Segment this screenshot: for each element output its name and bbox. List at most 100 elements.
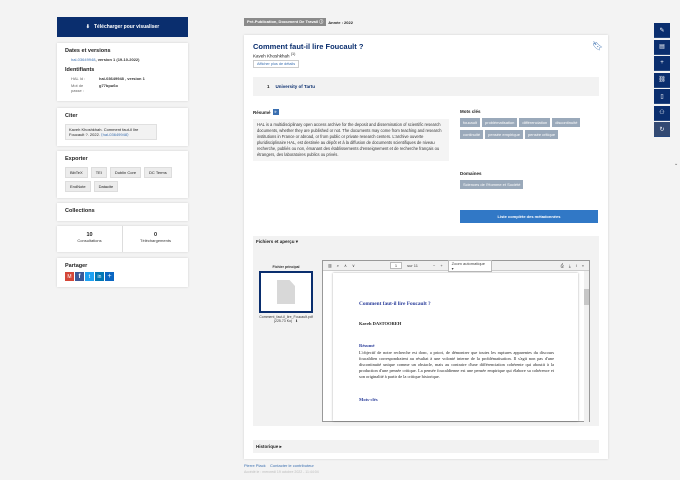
keyword-tag[interactable]: pensée critique — [524, 130, 559, 139]
cite-card: Citer Kaveh Khoshkhah. Comment faut-il l… — [57, 108, 188, 146]
pdf-scrollbar[interactable] — [584, 271, 589, 422]
facebook-icon[interactable]: f — [75, 272, 84, 281]
main-file: Fichier principal Comment_faut-il_lire_F… — [256, 265, 316, 323]
password-value: g77bpu6o — [99, 83, 118, 88]
affiliation-bar: 1 University of Tartu — [253, 77, 599, 96]
downloads-stat: 0 Téléchargements — [140, 232, 171, 243]
pdf-toolbar: ▥ ⌕ ∧ ∨ 1 sur 11 − + Zoom automatique ▾ … — [323, 259, 589, 272]
document-icon[interactable]: ▯ — [654, 89, 670, 104]
doc-type-badge: Pré-Publication, Document De Travail ⓘ — [244, 18, 327, 26]
affiliation-number: 1 — [267, 84, 270, 89]
twitter-icon[interactable]: t — [85, 272, 94, 281]
version-text: , version 1 (19-10-2022) — [95, 57, 140, 62]
abstract-header: Résumé fr — [253, 109, 279, 115]
collections-title: Collections — [65, 208, 95, 214]
cursor-icon[interactable]: I — [576, 263, 577, 268]
keyword-tag[interactable]: continuité — [460, 130, 484, 139]
export-bibtex[interactable]: BibTeX — [65, 167, 88, 178]
footer-small: Accédé le : mercredi 19 octobre 2022 - 1… — [244, 470, 319, 474]
pdf-body: L'objectif de notre recherche est donc, … — [359, 350, 554, 379]
prev-page-icon[interactable]: ∧ — [344, 263, 347, 268]
pdf-author: Kaveh DASTOOREH — [359, 321, 402, 326]
abstract-text: HAL is a multidisciplinary open access a… — [253, 119, 449, 161]
user-add-icon[interactable]: ⚇ — [654, 105, 670, 121]
export-card: Exporter BibTeX TEI Dublin Core DC Terms End… — [57, 151, 188, 198]
metadata-list-button[interactable]: Liste complète des métadonnées — [460, 210, 598, 223]
add-file-icon[interactable]: ▤ — [654, 39, 670, 55]
export-dc-terms[interactable]: DC Terms — [144, 167, 172, 178]
year-label: Année : 2022 — [328, 19, 353, 25]
affiliation-link[interactable]: University of Tartu — [276, 84, 315, 89]
download-button[interactable]: ⬇ Télécharger pour visualiser — [57, 17, 188, 37]
version-link[interactable]: hal-03649948 — [71, 57, 95, 62]
link-icon[interactable]: ⛓ — [654, 72, 670, 88]
stats-card: 10 Consultations 0 Téléchargements — [57, 226, 188, 252]
zoom-in-icon[interactable]: + — [440, 263, 442, 268]
halid-value: hal-03649948 , version 1 — [99, 76, 145, 81]
keyword-tag[interactable]: problématisation — [482, 118, 518, 127]
download-icon: ⬇ — [85, 24, 90, 30]
doc-type-row: Pré-Publication, Document De Travail ⓘ A… — [244, 18, 353, 26]
save-icon[interactable]: ⤓ — [569, 263, 571, 268]
footer-link-2[interactable]: Contacter le contributeur — [270, 463, 314, 468]
next-page-icon[interactable]: ∨ — [352, 263, 355, 268]
pencil-icon[interactable]: ✎ — [654, 23, 670, 38]
export-dublin-core[interactable]: Dublin Core — [109, 167, 142, 178]
keyword-tag[interactable]: pensée empirique — [485, 130, 523, 139]
zoom-out-icon[interactable]: − — [433, 263, 435, 268]
domain-tag[interactable]: Sciences de l'Homme et Société — [460, 180, 524, 189]
keyword-tag[interactable]: foucault — [460, 118, 481, 127]
citation-box[interactable]: Kaveh Khoshkhah. Comment faut-il lire Fo… — [65, 124, 157, 140]
pdf-viewer[interactable]: ▥ ⌕ ∧ ∨ 1 sur 11 − + Zoom automatique ▾ … — [322, 259, 590, 422]
export-datacite[interactable]: Datacite — [93, 181, 119, 192]
cite-title: Citer — [65, 113, 78, 119]
details-button[interactable]: Afficher plus de détails — [253, 60, 300, 68]
identifiers-title: Identifiants — [65, 67, 95, 73]
lang-badge[interactable]: fr — [272, 109, 279, 115]
main-file-label: Fichier principal — [272, 265, 300, 269]
file-download-icon[interactable]: ⬇ — [295, 319, 298, 323]
share-card: Partager M f t in + — [57, 258, 188, 287]
search-icon[interactable]: ⌕ — [337, 263, 339, 268]
export-endnote[interactable]: EndNote — [65, 181, 91, 192]
plus-icon[interactable]: + — [654, 56, 670, 71]
halid-label: HAL Id : — [71, 76, 86, 81]
page-number-input[interactable]: 1 — [389, 262, 403, 269]
print-icon[interactable]: ⎙ — [561, 263, 564, 268]
keyword-tag[interactable]: différenciation — [519, 118, 551, 127]
file-size: (225.73 Ko) — [273, 319, 293, 323]
author-line: Kaveh Khoshkhah (1) — [253, 52, 296, 59]
keywords-section: Mots clés foucault problématisation différ… — [460, 109, 600, 142]
page-total: sur 11 — [407, 263, 418, 268]
export-tei[interactable]: TEI — [90, 167, 107, 178]
pdf-page: Comment faut-il lire Foucault ? Kaveh DA… — [333, 273, 578, 421]
zoom-select[interactable]: Zoom automatique ▾ — [447, 259, 492, 272]
share-title: Partager — [65, 263, 88, 269]
files-toggle[interactable]: Fichiers et aperçu ▾ — [256, 239, 298, 245]
history-toggle[interactable]: Historique ▸ — [253, 440, 599, 453]
pdf-resume-heading: Résumé — [359, 343, 375, 348]
more-share-icon[interactable]: + — [105, 272, 114, 281]
dates-card: Dates et versions hal-03649948, version … — [57, 43, 188, 101]
collections-card: Collections — [57, 203, 188, 221]
pdf-title: Comment faut-il lire Foucault ? — [359, 301, 431, 307]
keyword-tag[interactable]: discontinuité — [552, 118, 581, 127]
consultations-stat: 10 Consultations — [57, 226, 123, 252]
info-icon: ⓘ — [319, 19, 324, 24]
author-link[interactable]: Kaveh Khoshkhah — [253, 54, 290, 59]
linkedin-icon[interactable]: in — [95, 272, 104, 281]
domains-section: Domaines Sciences de l'Homme et Société — [460, 171, 600, 192]
footer-link-1[interactable]: Pierre Plack — [244, 463, 266, 468]
gmail-icon[interactable]: M — [65, 272, 74, 281]
file-icon — [277, 280, 295, 304]
file-thumbnail[interactable] — [259, 271, 313, 313]
password-label: Mot de passe : — [71, 83, 84, 93]
page-title: Comment faut-il lire Foucault ? — [253, 42, 364, 51]
tools-icon[interactable]: » — [582, 263, 584, 268]
sidebar-toggle-icon[interactable]: ▥ — [328, 263, 332, 268]
footer: Pierre Plack Contacter le contributeur A… — [244, 463, 319, 474]
sidebar-scroll-down-icon[interactable]: ⌄ — [674, 161, 678, 167]
bookmark-icon[interactable]: 🔖︎ — [592, 41, 603, 52]
refresh-icon[interactable]: ↻ — [654, 122, 670, 137]
dates-title: Dates et versions — [65, 48, 111, 54]
